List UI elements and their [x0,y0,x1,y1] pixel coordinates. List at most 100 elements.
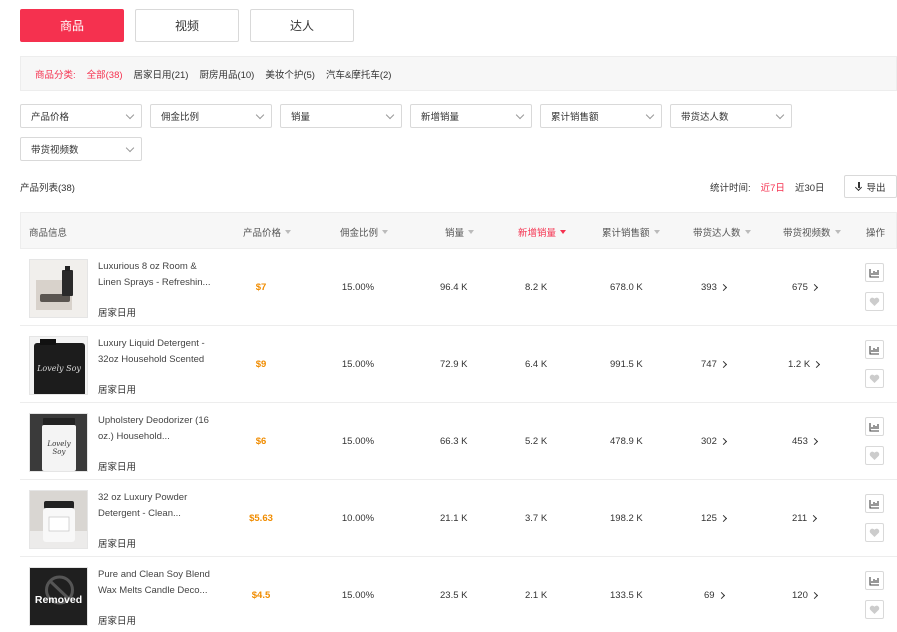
favorite-button[interactable] [865,292,884,311]
filter-total-revenue[interactable]: 累计销售额 [540,104,662,128]
product-thumbnail[interactable] [29,259,88,318]
trend-chart-button[interactable] [865,263,884,282]
heart-icon [869,374,880,383]
category-kitchen[interactable]: 厨房用品(10) [199,67,254,81]
chevron-right-icon [813,360,821,369]
videos-link[interactable]: 120 [792,557,818,632]
product-list-title: 产品列表(38) [20,183,75,194]
sort-caret-icon [382,229,389,234]
filter-sales[interactable]: 销量 [280,104,402,128]
creators-link[interactable]: 69 [704,557,725,632]
trend-chart-button[interactable] [865,417,884,436]
product-name[interactable]: Upholstery Deodorizer (16 oz.) Household… [98,413,220,444]
trend-chart-button[interactable] [865,571,884,590]
product-thumbnail[interactable] [29,490,88,549]
category-label: 商品分类: [35,69,76,81]
heart-icon [869,528,880,537]
favorite-button[interactable] [865,446,884,465]
videos-link[interactable]: 1.2 K [788,326,821,403]
table-row[interactable]: 32 oz Luxury Powder Detergent - Clean...… [20,480,897,557]
favorite-button[interactable] [865,600,884,619]
trend-chart-button[interactable] [865,494,884,513]
tab-products[interactable]: 商品 [20,9,124,42]
creators-link[interactable]: 393 [701,249,727,326]
creators-link[interactable]: 747 [701,326,727,403]
filter-price[interactable]: 产品价格 [20,104,142,128]
product-category: 居家日用 [98,462,137,473]
product-name[interactable]: 32 oz Luxury Powder Detergent - Clean... [98,490,220,521]
product-table: 商品信息 产品价格 佣金比例 销量 新增销量 累计销售额 带货达人数 带货视频数… [20,212,897,632]
table-row[interactable]: Lovely Soy Luxury Liquid Detergent - 32o… [20,326,897,403]
column-new-sales[interactable]: 新增销量 [518,213,567,250]
product-category: 居家日用 [98,616,137,627]
filter-videos[interactable]: 带货视频数 [20,137,142,161]
product-thumbnail[interactable]: Removed [29,567,88,626]
filter-commission[interactable]: 佣金比例 [150,104,272,128]
chevron-down-icon [775,110,785,119]
trend-chart-icon [869,422,879,432]
product-name[interactable]: Pure and Clean Soy Blend Wax Melts Candl… [98,567,220,598]
product-price: $9 [255,359,267,370]
category-automotive[interactable]: 汽车&摩托车(2) [326,67,391,81]
column-sales[interactable]: 销量 [445,213,475,250]
category-beauty[interactable]: 美妆个护(5) [265,67,315,81]
time-range-selector: 统计时间: 近7日 近30日 [710,180,825,194]
product-name[interactable]: Luxury Liquid Detergent - 32oz Household… [98,336,220,367]
chevron-right-icon [810,591,818,600]
creators-link[interactable]: 125 [701,480,727,557]
creators-link[interactable]: 302 [701,403,727,480]
chevron-down-icon [125,143,135,152]
svg-text:Soy: Soy [53,448,67,456]
chevron-right-icon [810,514,818,523]
filter-creators[interactable]: 带货达人数 [670,104,792,128]
filter-label: 累计销售额 [551,112,599,123]
filter-new-sales[interactable]: 新增销量 [410,104,532,128]
trend-chart-button[interactable] [865,340,884,359]
product-thumbnail[interactable]: Lovely Soy [29,413,88,472]
column-price[interactable]: 产品价格 [243,213,292,250]
content-type-tabs: 商品 视频 达人 [20,9,354,42]
total-revenue-value: 678.0 K [610,282,643,293]
column-commission[interactable]: 佣金比例 [340,213,389,250]
table-row[interactable]: Removed Pure and Clean Soy Blend Wax Mel… [20,557,897,632]
commission-rate: 15.00% [341,359,375,370]
chevron-down-icon [125,110,135,119]
commission-rate: 10.00% [341,513,375,524]
table-row[interactable]: Lovely Soy Upholstery Deodorizer (16 oz.)… [20,403,897,480]
product-category: 居家日用 [98,308,137,319]
videos-link[interactable]: 675 [792,249,818,326]
new-sales-value: 3.7 K [525,513,548,524]
new-sales-value: 6.4 K [525,359,548,370]
column-total-revenue[interactable]: 累计销售额 [602,213,660,250]
column-videos[interactable]: 带货视频数 [783,213,841,250]
chevron-down-icon [385,110,395,119]
filter-label: 带货视频数 [31,145,79,156]
videos-link[interactable]: 211 [792,480,818,557]
favorite-button[interactable] [865,523,884,542]
chevron-right-icon [719,360,727,369]
time-option-7d[interactable]: 近7日 [761,180,785,194]
product-thumbnail[interactable]: Lovely Soy [29,336,88,395]
tab-videos[interactable]: 视频 [135,9,239,42]
filter-label: 产品价格 [31,112,70,123]
time-option-30d[interactable]: 近30日 [795,180,825,194]
videos-link[interactable]: 453 [792,403,818,480]
product-category: 居家日用 [98,539,137,550]
tab-creators[interactable]: 达人 [250,9,354,42]
commission-rate: 15.00% [341,436,375,447]
sort-caret-icon [744,229,751,234]
product-name[interactable]: Luxurious 8 oz Room & Linen Sprays - Ref… [98,259,220,290]
heart-icon [869,297,880,306]
export-label: 导出 [866,182,886,194]
chevron-down-icon [515,110,525,119]
trend-chart-icon [869,576,879,586]
column-creators[interactable]: 带货达人数 [693,213,751,250]
column-actions: 操作 [866,227,886,239]
export-button[interactable]: 导出 [844,175,897,198]
table-row[interactable]: Luxurious 8 oz Room & Linen Sprays - Ref… [20,249,897,326]
category-all[interactable]: 全部(38) [87,67,123,81]
category-household[interactable]: 居家日用(21) [134,67,189,81]
favorite-button[interactable] [865,369,884,388]
product-price: $4.5 [251,590,271,601]
product-price: $6 [255,436,267,447]
